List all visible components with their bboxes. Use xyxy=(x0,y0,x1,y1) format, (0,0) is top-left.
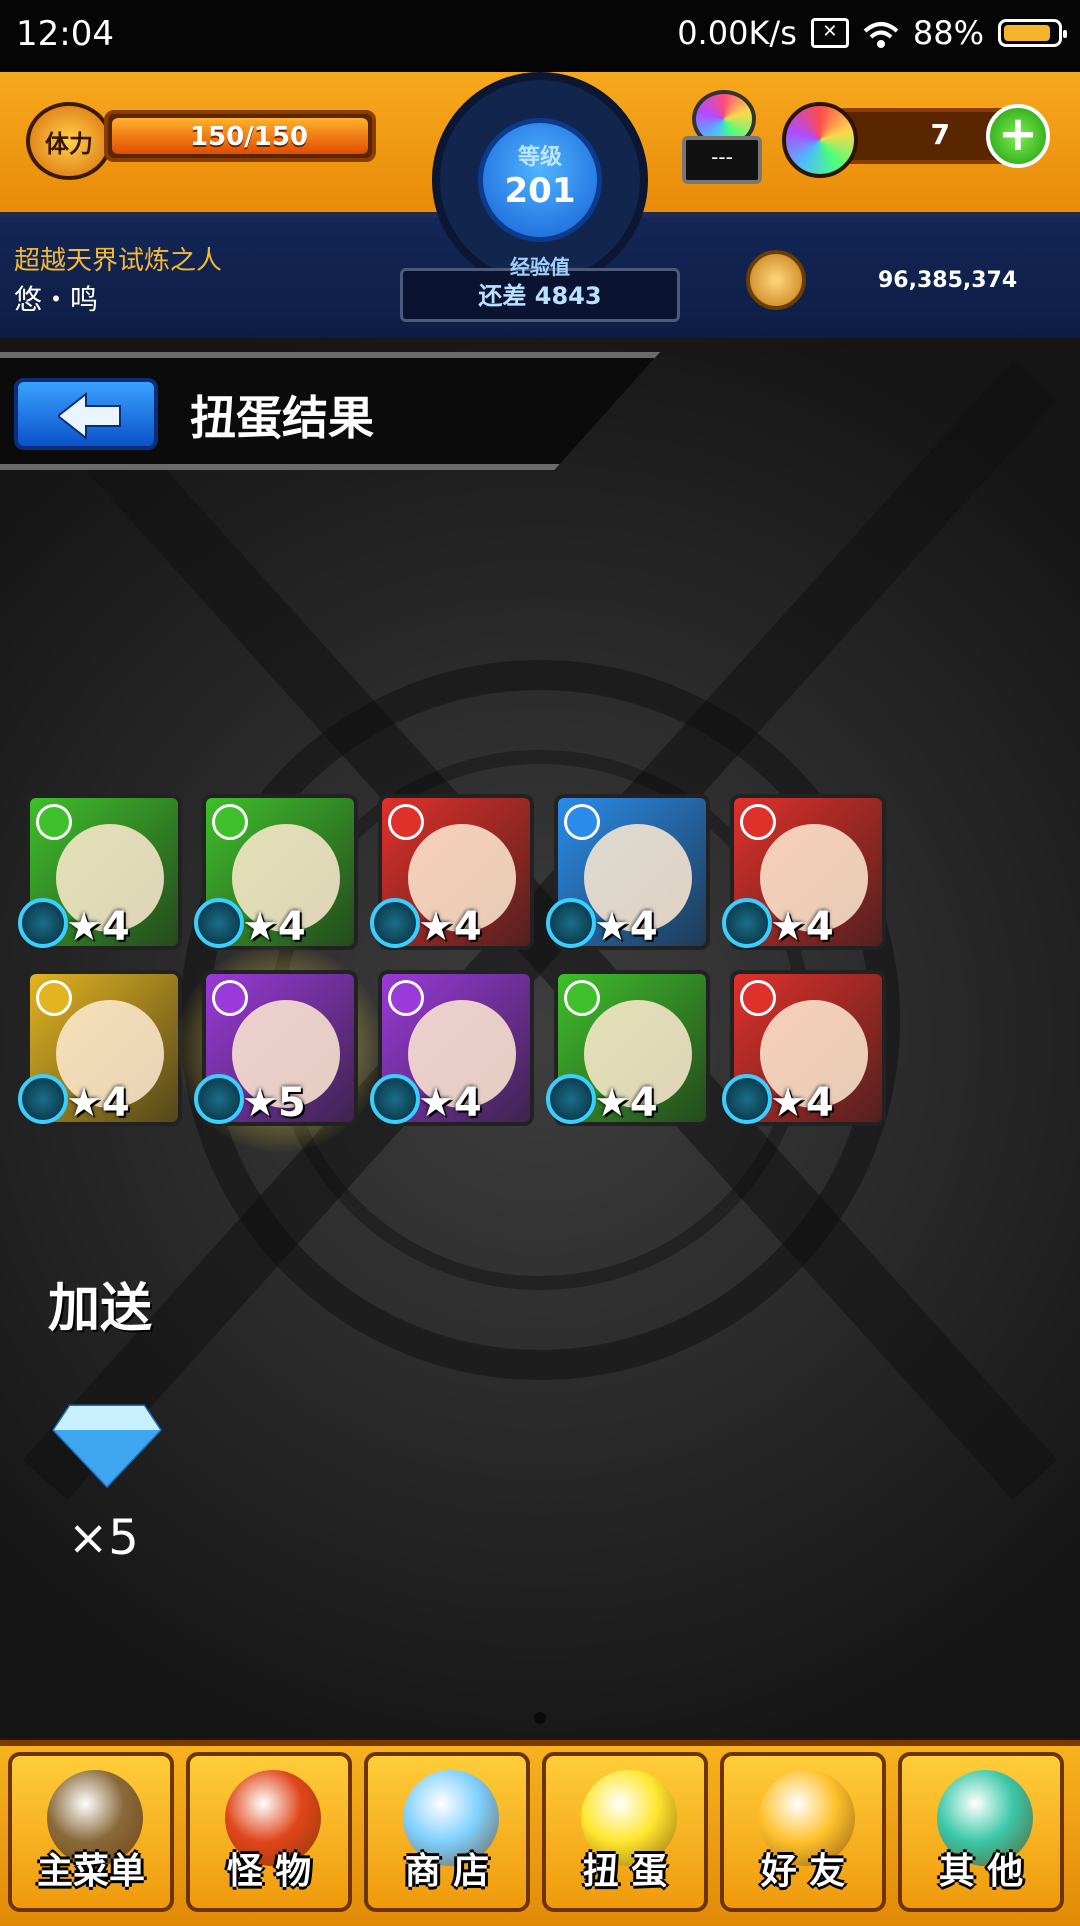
rarity-stars: ★4 xyxy=(418,1080,482,1126)
luck-badge-icon xyxy=(546,898,596,948)
result-monster-card[interactable]: ★4 xyxy=(546,790,714,954)
orb-count: 7 xyxy=(930,118,950,151)
luck-badge-icon xyxy=(370,1074,420,1124)
dark-element-icon xyxy=(388,980,424,1016)
bonus-label: 加送 xyxy=(48,1279,153,1339)
result-monster-card[interactable]: ★4 xyxy=(370,790,538,954)
exp-box: 经验值 还差 4843 xyxy=(400,255,680,322)
sim-off-icon: ✕ xyxy=(810,18,849,48)
rarity-stars: ★4 xyxy=(594,904,658,950)
luck-badge-icon xyxy=(722,898,772,948)
rarity-stars: ★4 xyxy=(770,1080,834,1126)
stamina-icon: 体力 xyxy=(26,102,112,180)
nav-item-friends[interactable]: 好 友 xyxy=(720,1752,886,1912)
wifi-icon xyxy=(863,19,899,48)
nav-item-question[interactable]: 其 他 xyxy=(898,1752,1064,1912)
nav-item-gate[interactable]: 主菜单 xyxy=(8,1752,174,1912)
result-monster-card[interactable]: ★4 xyxy=(722,966,890,1130)
stamina-bar: 150/150 xyxy=(104,110,376,162)
result-monster-card[interactable]: ★4 xyxy=(722,790,890,954)
egg-box-icon[interactable]: --- xyxy=(680,90,762,184)
gem-count: ×5 xyxy=(68,1510,139,1566)
nav-label: 商 店 xyxy=(404,1851,490,1892)
result-monster-card[interactable]: ★4 xyxy=(18,790,186,954)
wood-element-icon xyxy=(36,804,72,840)
wood-element-icon xyxy=(564,980,600,1016)
nav-label: 怪 物 xyxy=(226,1851,312,1892)
rarity-stars: ★4 xyxy=(66,1080,130,1126)
luck-badge-icon xyxy=(194,1074,244,1124)
fire-element-icon xyxy=(388,804,424,840)
nav-label: 扭 蛋 xyxy=(582,1851,668,1892)
light-element-icon xyxy=(36,980,72,1016)
rarity-stars: ★4 xyxy=(594,1080,658,1126)
wood-element-icon xyxy=(212,804,248,840)
rarity-stars: ★5 xyxy=(242,1080,306,1126)
coin-icon xyxy=(746,250,806,310)
battery-percent: 88% xyxy=(912,14,984,52)
level-badge: 等级 201 xyxy=(478,118,602,242)
diamond-gem-icon xyxy=(52,1404,162,1488)
luck-badge-icon xyxy=(370,898,420,948)
nav-item-egg[interactable]: 扭 蛋 xyxy=(542,1752,708,1912)
nav-label: 好 友 xyxy=(760,1851,846,1892)
luck-badge-icon xyxy=(18,898,68,948)
orb-icon xyxy=(782,102,858,178)
level-label: 等级 xyxy=(517,145,562,170)
net-speed: 0.00K/s xyxy=(677,14,797,52)
exp-label: 经验值 xyxy=(510,255,570,279)
luck-badge-icon xyxy=(18,1074,68,1124)
battery-icon xyxy=(998,19,1067,47)
stamina-value: 150/150 xyxy=(189,122,308,152)
status-time: 12:04 xyxy=(16,14,114,54)
add-orbs-button[interactable]: + xyxy=(986,104,1050,168)
player-title: 超越天界试炼之人 xyxy=(14,246,223,276)
result-monster-card[interactable]: ★4 xyxy=(18,966,186,1130)
coin-value: 96,385,374 xyxy=(878,268,1018,293)
result-monster-card[interactable]: ★5 xyxy=(176,944,384,1152)
back-button[interactable] xyxy=(14,378,158,450)
water-element-icon xyxy=(564,804,600,840)
page-indicator-dot xyxy=(534,1712,546,1724)
nav-item-monster[interactable]: 怪 物 xyxy=(186,1752,352,1912)
luck-badge-icon xyxy=(194,898,244,948)
rarity-stars: ★4 xyxy=(66,904,130,950)
nav-label: 其 他 xyxy=(938,1851,1024,1892)
nav-label: 主菜单 xyxy=(36,1851,145,1892)
page-title: 扭蛋结果 xyxy=(190,391,374,445)
rarity-stars: ★4 xyxy=(242,904,306,950)
level-value: 201 xyxy=(504,171,576,211)
result-monster-card[interactable]: ★4 xyxy=(546,966,714,1130)
dark-element-icon xyxy=(212,980,248,1016)
status-right: 0.00K/s ✕ 88% xyxy=(677,14,1067,52)
rarity-stars: ★4 xyxy=(418,904,482,950)
luck-badge-icon xyxy=(546,1074,596,1124)
battery-fill xyxy=(1004,25,1050,41)
result-monster-card[interactable]: ★4 xyxy=(194,790,362,954)
back-arrow-icon xyxy=(58,392,121,440)
fire-element-icon xyxy=(740,804,776,840)
rarity-stars: ★4 xyxy=(770,904,834,950)
egg-box-value: --- xyxy=(682,136,762,184)
player-name: 悠・鸣 xyxy=(14,283,99,316)
nav-item-rainbow-orb[interactable]: 商 店 xyxy=(364,1752,530,1912)
luck-badge-icon xyxy=(722,1074,772,1124)
fire-element-icon xyxy=(740,980,776,1016)
result-monster-card[interactable]: ★4 xyxy=(370,966,538,1130)
status-bar: 12:04 0.00K/s ✕ 88% xyxy=(0,0,1080,72)
